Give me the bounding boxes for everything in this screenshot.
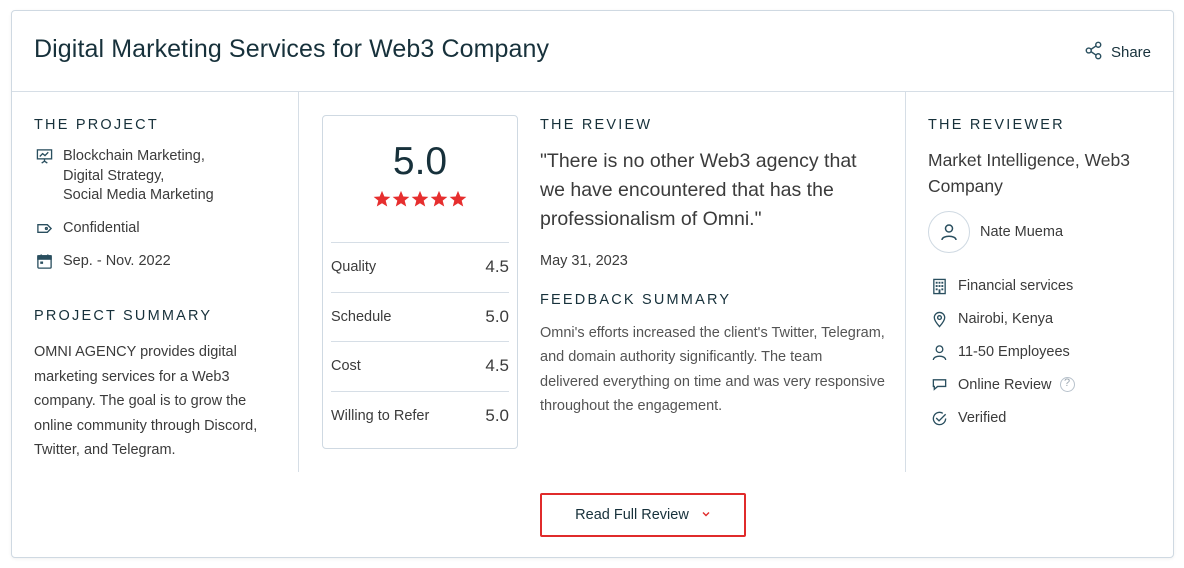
project-budget: Confidential	[36, 219, 140, 239]
person-icon	[931, 344, 948, 361]
score-label: Quality	[331, 259, 377, 275]
reviewer-company-size: 11-50 Employees	[931, 343, 1070, 363]
feedback-summary-text: Omni's efforts increased the client's Tw…	[540, 325, 885, 414]
reviewer-review-type: Online Review?	[931, 376, 1075, 396]
calendar-icon	[36, 253, 53, 270]
read-full-review-button[interactable]: Read Full Review	[540, 493, 746, 537]
card-header: Digital Marketing Services for Web3 Comp…	[12, 11, 1173, 92]
reviewer-verified: Verified	[931, 409, 1006, 429]
reviewer-person: Nate Muema	[928, 211, 1063, 253]
project-services: Blockchain Marketing, Digital Strategy, …	[36, 147, 214, 206]
service-item: Digital Strategy,	[63, 167, 165, 184]
feedback-summary-heading: FEEDBACK SUMMARY	[540, 292, 732, 308]
review-date: May 31, 2023	[540, 253, 628, 269]
verified-value: Verified	[958, 410, 1007, 426]
project-dates: Sep. - Nov. 2022	[36, 252, 171, 272]
column-divider	[905, 92, 906, 472]
share-icon	[1084, 41, 1103, 64]
share-label: Share	[1110, 44, 1151, 61]
star-icon	[449, 190, 467, 207]
chat-bubble-icon	[931, 377, 948, 394]
star-icon	[430, 190, 448, 207]
review-card: Digital Marketing Services for Web3 Comp…	[11, 10, 1174, 558]
star-rating	[323, 190, 517, 213]
tag-icon	[36, 220, 53, 237]
location-value: Nairobi, Kenya	[958, 311, 1054, 327]
score-value: 4.5	[485, 257, 509, 276]
services-list: Blockchain Marketing, Digital Strategy, …	[63, 147, 214, 206]
review-heading: THE REVIEW	[540, 117, 653, 133]
score-label: Cost	[331, 358, 361, 374]
score-row-schedule: Schedule 5.0	[331, 292, 509, 341]
avatar	[928, 211, 970, 253]
user-icon	[941, 224, 957, 241]
column-divider	[298, 92, 299, 472]
company-size-value: 11-50 Employees	[958, 344, 1070, 360]
reviewer-location: Nairobi, Kenya	[931, 310, 1053, 330]
overall-rating: 5.0	[392, 140, 448, 183]
dates-value: Sep. - Nov. 2022	[63, 253, 171, 269]
star-icon	[373, 190, 391, 207]
chevron-down-icon	[701, 507, 711, 523]
project-summary-text: OMNI AGENCY provides digital marketing s…	[34, 344, 258, 458]
rating-box: 5.0 Quality 4.5 Schedule 5.0 Cost 4.5 Wi…	[322, 115, 518, 449]
reviewer-company: Market Intelligence, Web3 Company	[928, 150, 1131, 196]
building-icon	[931, 278, 948, 295]
project-summary-heading: PROJECT SUMMARY	[34, 308, 213, 324]
reviewer-industry: Financial services	[931, 277, 1073, 297]
review-type-value: Online Review	[958, 377, 1052, 393]
score-label: Schedule	[331, 309, 392, 325]
score-value: 4.5	[485, 356, 509, 375]
share-button[interactable]: Share	[1084, 41, 1151, 64]
industry-value: Financial services	[958, 278, 1074, 294]
presentation-icon	[36, 148, 53, 165]
location-pin-icon	[931, 311, 948, 328]
budget-value: Confidential	[63, 220, 140, 236]
score-value: 5.0	[485, 307, 509, 326]
score-row-quality: Quality 4.5	[331, 242, 509, 291]
service-item: Social Media Marketing	[63, 187, 214, 203]
score-value: 5.0	[485, 406, 509, 425]
score-row-willing-to-refer: Willing to Refer 5.0	[331, 391, 509, 440]
star-icon	[411, 190, 429, 207]
page-title: Digital Marketing Services for Web3 Comp…	[34, 35, 550, 63]
score-row-cost: Cost 4.5	[331, 341, 509, 390]
star-icon	[392, 190, 410, 207]
service-item: Blockchain Marketing,	[63, 148, 205, 164]
reviewer-name: Nate Muema	[980, 224, 1064, 240]
help-icon[interactable]: ?	[1059, 376, 1075, 392]
score-label: Willing to Refer	[331, 408, 430, 424]
verified-check-icon	[931, 410, 948, 427]
review-quote: "There is no other Web3 agency that we h…	[540, 150, 857, 230]
project-heading: THE PROJECT	[34, 117, 159, 133]
reviewer-heading: THE REVIEWER	[928, 117, 1065, 133]
read-full-review-label: Read Full Review	[575, 507, 689, 523]
